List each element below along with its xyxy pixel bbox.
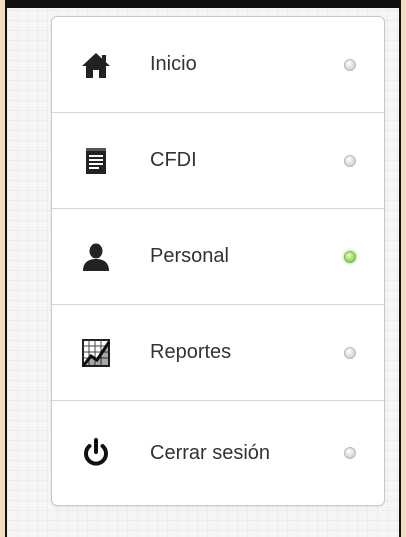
document-icon: [78, 143, 114, 179]
menu-item-reportes[interactable]: Reportes: [52, 305, 384, 401]
status-indicator: [344, 154, 356, 167]
status-indicator: [344, 346, 356, 359]
menu-item-label: Reportes: [150, 341, 232, 363]
power-icon: [78, 435, 114, 471]
menu-item-cerrar-sesion[interactable]: Cerrar sesión: [52, 401, 384, 505]
menu-item-personal[interactable]: Personal: [52, 209, 384, 305]
status-indicator: [344, 58, 356, 71]
menu-item-label: Cerrar sesión: [150, 441, 271, 464]
menu-item-label: CFDI: [150, 149, 197, 171]
status-indicator: [344, 447, 356, 459]
user-icon: [78, 239, 114, 275]
status-indicator-active: [344, 250, 356, 263]
menu-item-label: Inicio: [150, 53, 197, 75]
menu-item-cfdi[interactable]: CFDI: [52, 113, 384, 209]
menu-item-inicio[interactable]: Inicio: [52, 17, 384, 113]
menu-item-label: Personal: [150, 245, 229, 267]
page-background: Inicio CFDI Personal Reportes Cerrar ses…: [5, 0, 401, 537]
side-menu: Inicio CFDI Personal Reportes Cerrar ses…: [51, 16, 385, 506]
home-icon: [78, 47, 114, 83]
chart-icon: [78, 335, 114, 371]
